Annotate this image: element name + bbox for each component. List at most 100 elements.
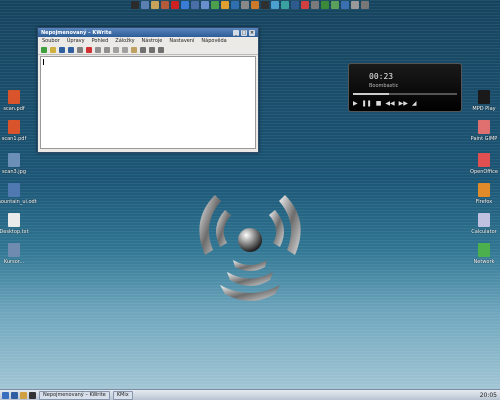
desktop-icon-label: mountain_ui.odt (0, 199, 37, 205)
taskbar: Nepojmenovaný – KWrite KMix 20:05 (0, 389, 500, 400)
desktop-icon[interactable]: scan3.jpg (0, 153, 32, 175)
desktop-icon-label: MPD Play (472, 106, 496, 112)
desktop-icon-label: Paint GIMP (470, 136, 498, 142)
kde-menu-icon[interactable] (2, 391, 9, 399)
desktop-icon-label: OpenOffice (470, 169, 498, 175)
document-icon[interactable] (201, 1, 209, 9)
taskbar-task-button[interactable]: Nepojmenovaný – KWrite (39, 390, 110, 400)
desktop-icon[interactable]: Network (466, 243, 500, 265)
find-icon[interactable] (140, 46, 146, 53)
pause-icon[interactable]: ❚❚ (362, 100, 372, 107)
text-file-icon (8, 213, 20, 227)
play-icon[interactable]: ▶ (353, 100, 358, 107)
close-icon[interactable]: × (249, 29, 255, 36)
box-icon[interactable] (191, 1, 199, 9)
globe-icon[interactable] (181, 1, 189, 9)
desktop-icon-label: scan.pdf (3, 106, 25, 112)
menu-item[interactable]: Nástroje (142, 38, 163, 44)
window-titlebar[interactable]: Nepojmenovaný – KWrite _ □ × (38, 28, 258, 37)
gear-icon[interactable] (241, 1, 249, 9)
print-icon[interactable] (77, 46, 83, 53)
volume-icon[interactable]: ◢ (412, 100, 417, 107)
menu-item[interactable]: Soubor (42, 38, 60, 44)
desktop-icon-label: Calculator (471, 229, 497, 235)
paste-icon[interactable] (131, 46, 137, 53)
menu-item[interactable]: Úpravy (67, 38, 85, 44)
text-editor-area[interactable] (40, 56, 256, 149)
calculator-icon[interactable] (291, 1, 299, 9)
music-icon[interactable] (261, 1, 269, 9)
clock[interactable]: 20:05 (480, 392, 497, 399)
spreadsheet-icon[interactable] (211, 1, 219, 9)
save-icon[interactable] (59, 46, 65, 53)
network-icon[interactable] (271, 1, 279, 9)
desktop-icon[interactable]: OpenOffice (466, 153, 500, 175)
save-as-icon[interactable] (68, 46, 74, 53)
wireless-emblem (199, 195, 301, 301)
display-icon[interactable] (141, 1, 149, 9)
tools-icon[interactable] (231, 1, 239, 9)
menu-bar: Soubor Úpravy Pohled Záložky Nástroje Nastave… (38, 37, 258, 45)
taskbar-task-button[interactable]: KMix (112, 390, 133, 400)
close-document-icon[interactable] (86, 46, 92, 53)
refresh-icon[interactable] (331, 1, 339, 9)
image-file-icon (8, 153, 20, 167)
stop-icon[interactable]: ■ (376, 100, 382, 107)
network-icon (478, 243, 490, 257)
desktop-icon[interactable]: Paint GIMP (466, 120, 500, 142)
open-folder-icon[interactable] (50, 46, 56, 53)
terminal-icon[interactable] (131, 1, 139, 9)
top-launcher-bar (0, 0, 500, 12)
pdf-file-icon (8, 120, 20, 134)
redo-icon[interactable] (104, 46, 110, 53)
desktop-icon-label: Firefox (475, 199, 493, 205)
desktop-icon[interactable]: scan1.pdf (0, 120, 32, 142)
desktop-icon-label: scan1.pdf (1, 136, 27, 142)
konqueror-icon[interactable] (11, 391, 18, 399)
home-folder-icon[interactable] (20, 391, 27, 399)
opera-icon[interactable] (171, 1, 179, 9)
seek-bar[interactable] (353, 93, 457, 95)
flag-icon[interactable] (341, 1, 349, 9)
minimize-icon[interactable]: _ (233, 29, 239, 36)
calendar-icon[interactable] (301, 1, 309, 9)
pdf-file-icon (8, 90, 20, 104)
desktop-icon[interactable]: Firefox (466, 183, 500, 205)
desktop-icon[interactable]: Desktop.txt (0, 213, 32, 235)
menu-item[interactable]: Nápověda (201, 38, 226, 44)
new-document-icon[interactable] (41, 46, 47, 53)
replace-icon[interactable] (149, 46, 155, 53)
desktop-icon[interactable]: Calculator (466, 213, 500, 235)
text-cursor (43, 59, 44, 65)
desktop-icon[interactable]: Kursor... (0, 243, 32, 265)
kwrite-window[interactable]: Nepojmenovaný – KWrite _ □ × Soubor Úprav… (37, 27, 259, 153)
desktop-icon[interactable]: scan.pdf (0, 90, 32, 112)
menu-item[interactable]: Pohled (92, 38, 109, 44)
previous-icon[interactable]: ◀◀ (385, 100, 394, 107)
desktop-icon[interactable]: MPD Play (466, 90, 500, 112)
undo-icon[interactable] (95, 46, 101, 53)
gimp-icon (478, 120, 490, 134)
trash-icon[interactable] (361, 1, 369, 9)
song-title: Boombastic (369, 83, 399, 89)
home-icon[interactable] (151, 1, 159, 9)
spellcheck-icon[interactable] (158, 46, 164, 53)
chart-icon[interactable] (221, 1, 229, 9)
next-icon[interactable]: ▶▶ (399, 100, 408, 107)
printer-icon[interactable] (311, 1, 319, 9)
paint-icon[interactable] (281, 1, 289, 9)
copy-icon[interactable] (122, 46, 128, 53)
window-title: Nepojmenovaný – KWrite (41, 29, 112, 36)
terminal-icon[interactable] (29, 391, 36, 399)
cut-icon[interactable] (113, 46, 119, 53)
image-icon[interactable] (251, 1, 259, 9)
player-controls: ▶ ❚❚ ■ ◀◀ ▶▶ ◢ (353, 100, 416, 107)
menu-item[interactable]: Záložky (115, 38, 134, 44)
mail-icon[interactable] (321, 1, 329, 9)
menu-item[interactable]: Nastavení (169, 38, 194, 44)
desktop-icon[interactable]: mountain_ui.odt (0, 183, 37, 205)
media-player[interactable]: 00:23 Boombastic ▶ ❚❚ ■ ◀◀ ▶▶ ◢ (348, 63, 462, 112)
lock-icon[interactable] (351, 1, 359, 9)
maximize-icon[interactable]: □ (241, 29, 247, 36)
settings-icon[interactable] (161, 1, 169, 9)
